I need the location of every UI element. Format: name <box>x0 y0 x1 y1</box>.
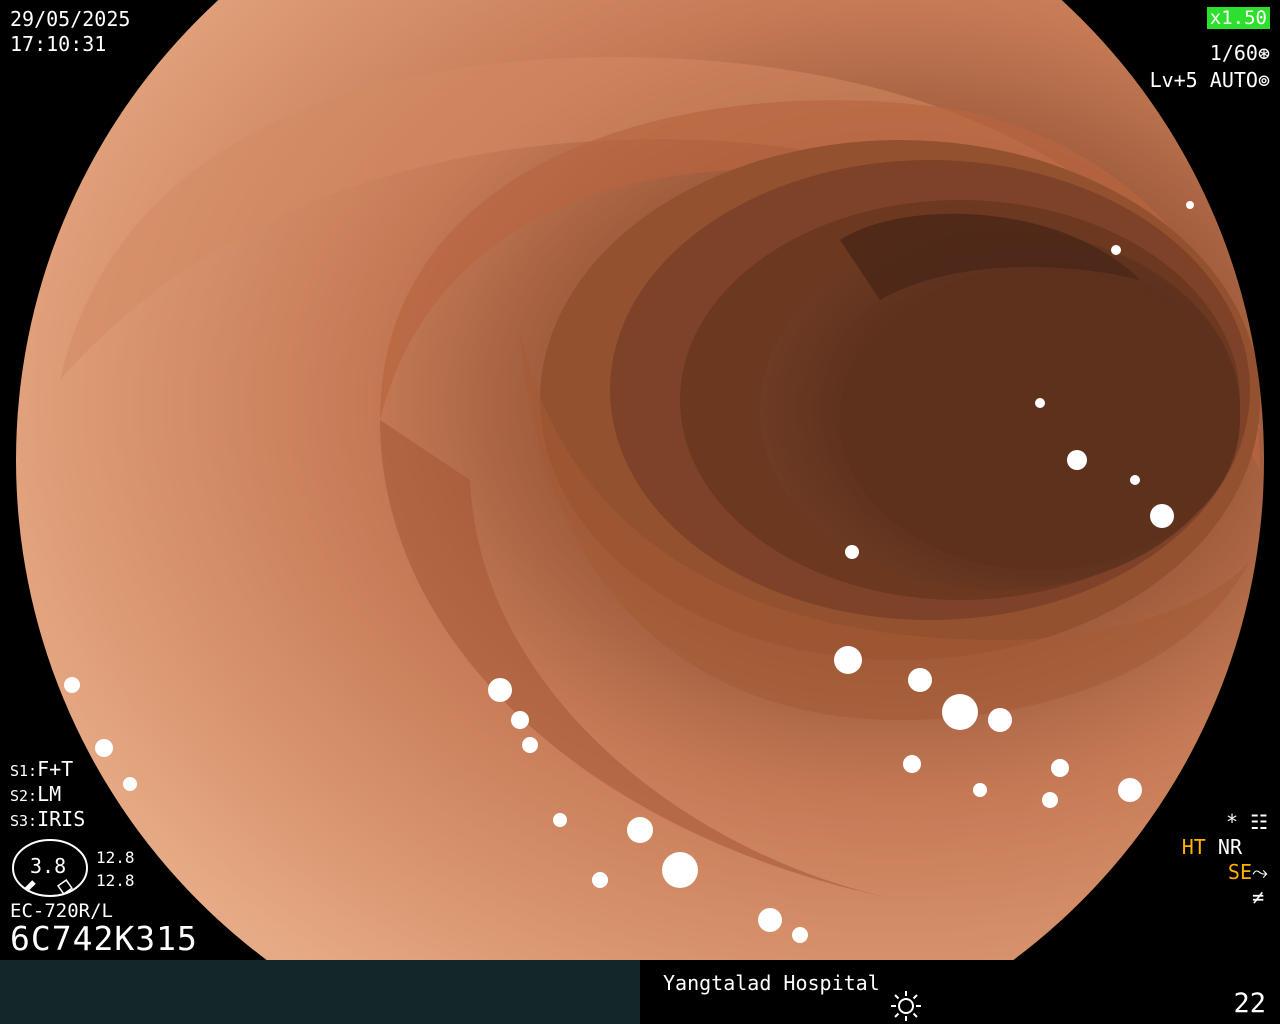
status-bar-left-panel <box>0 960 640 1024</box>
setting-s1-prefix: S1: <box>10 762 38 780</box>
gauge-top-value: 12.8 <box>96 848 135 867</box>
brightness-row: Lv+5 AUTO⊚ <box>1150 68 1270 92</box>
setting-s3-prefix: S3: <box>10 812 38 830</box>
setting-s1: S1:F+T <box>10 757 73 783</box>
zoom-badge: x1.50 <box>1206 7 1270 29</box>
nr-label: NR <box>1217 835 1242 859</box>
sun-icon <box>891 991 921 1021</box>
freeze-icon: ≠ <box>1251 885 1264 909</box>
setting-s2: S2:LM <box>10 782 61 808</box>
aperture-icon: ⊛ <box>1257 41 1270 65</box>
frame-number: 22 <box>1233 988 1266 1019</box>
enhance-row: * ☷ <box>1226 810 1268 834</box>
setting-s3: S3:IRIS <box>10 807 85 833</box>
gauge-value: 3.8 <box>30 854 67 878</box>
ht-label: HT <box>1181 835 1206 859</box>
brightness-level-label: Lv+5 <box>1149 68 1198 92</box>
shutter-speed-label: 1/60 <box>1209 41 1258 65</box>
intestine-illustration <box>16 0 1264 960</box>
settings-sliders-icon: ☷ <box>1250 810 1268 834</box>
shutter-row: 1/60⊛ <box>1210 41 1270 65</box>
hospital-name: Yangtalad Hospital <box>663 971 880 995</box>
setting-s1-value: F+T <box>37 757 74 781</box>
status-bar <box>0 960 1280 1024</box>
time-label: 17:10:31 <box>10 32 107 56</box>
ht-nr-row: HT NR <box>1182 835 1242 859</box>
scope-serial: 6C742K315 <box>10 919 198 958</box>
iris-icon: ⊚ <box>1257 68 1270 92</box>
exposure-mode-label: AUTO <box>1209 68 1258 92</box>
setting-s2-value: LM <box>37 782 62 806</box>
gauge-bottom-value: 12.8 <box>96 871 135 890</box>
setting-s3-value: IRIS <box>37 807 86 831</box>
tone-curve-icon: ⤳ <box>1252 860 1268 884</box>
date-label: 29/05/2025 <box>10 7 131 31</box>
endoscopy-image <box>0 0 1280 960</box>
star-marker: * <box>1225 810 1239 834</box>
setting-s2-prefix: S2: <box>10 787 38 805</box>
se-label: SE <box>1227 860 1252 884</box>
se-row: SE⤳ <box>1228 860 1268 884</box>
